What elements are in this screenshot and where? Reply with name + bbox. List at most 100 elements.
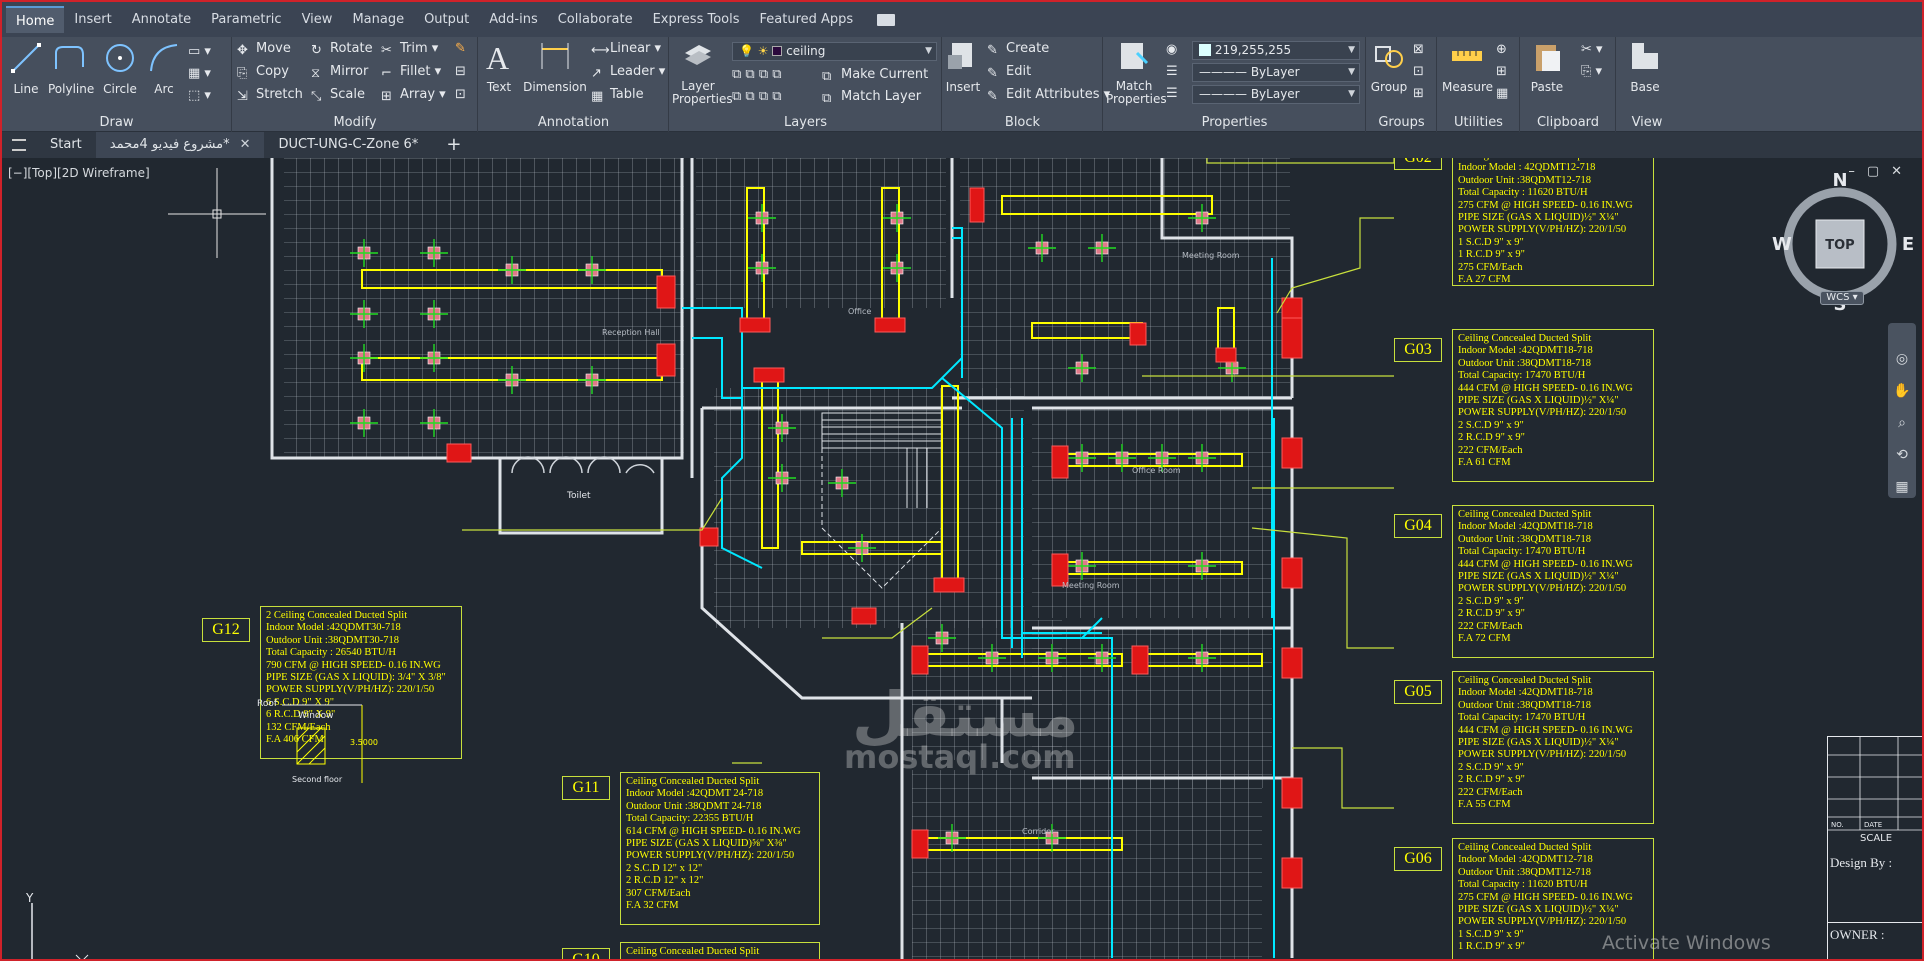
mirror-button[interactable]: ⧖ Mirror bbox=[311, 63, 368, 81]
move-button[interactable]: ✥ Move bbox=[237, 40, 291, 58]
unit-schedule-line: 444 CFM @ HIGH SPEED- 0.16 IN.WG bbox=[1458, 382, 1633, 394]
room-label-corridor: Corridor bbox=[1022, 827, 1055, 836]
compass-east[interactable]: E bbox=[1902, 234, 1914, 255]
explode-icon[interactable]: ⊟ bbox=[455, 63, 466, 81]
array-button[interactable]: ⊞ Array ▾ bbox=[381, 86, 446, 104]
scale-button[interactable]: ⤡ Scale bbox=[311, 86, 365, 104]
circle-button[interactable]: Circle bbox=[100, 41, 140, 96]
copy-clip-icon[interactable]: ⎘ ▾ bbox=[1581, 63, 1602, 81]
edit-attributes-button[interactable]: ✎ Edit Attributes ▾ bbox=[987, 86, 1110, 104]
block-panel-title[interactable]: Block bbox=[943, 115, 1102, 130]
table-button[interactable]: ▦ Table bbox=[591, 86, 644, 104]
ellipse-button[interactable]: ⬚ ▾ bbox=[188, 87, 211, 105]
cut-icon[interactable]: ✂ ▾ bbox=[1581, 41, 1603, 59]
color-dropdown[interactable]: 219,255,255 ▼ bbox=[1192, 41, 1360, 60]
tab-home[interactable]: Home bbox=[6, 6, 65, 33]
make-current-button[interactable]: ⧉ Make Current bbox=[822, 66, 928, 84]
wcs-menu[interactable]: WCS ▾ bbox=[1820, 291, 1864, 305]
unit-schedule-line: 2 S.C.D 9" x 9" bbox=[1458, 595, 1524, 607]
layers-panel-title[interactable]: Layers bbox=[670, 115, 941, 130]
tab-collaborate[interactable]: Collaborate bbox=[548, 6, 643, 33]
measure-button[interactable]: Measure bbox=[1442, 39, 1493, 94]
tab-express-tools[interactable]: Express Tools bbox=[643, 6, 750, 33]
edit-block-button[interactable]: ✎ Edit bbox=[987, 63, 1031, 81]
indoor-unit bbox=[874, 317, 906, 333]
tab-featured-apps[interactable]: Featured Apps bbox=[750, 6, 864, 33]
nav-icons[interactable]: ◎ ✋ ⌕ ⟲ ▦ bbox=[1888, 323, 1916, 503]
doc-tab-active[interactable]: مشروع فيديو 4محمد* ✕ bbox=[95, 132, 265, 158]
layers-panel: Layer Properties 💡 ☀ ceiling ▼ ⧉ ⧉ ⧉ ⧉ ⧉… bbox=[670, 37, 942, 132]
tab-add-ins[interactable]: Add-ins bbox=[479, 6, 547, 33]
id-point-icon[interactable]: ⊕ bbox=[1496, 41, 1507, 59]
unit-schedule-line: Outdoor Unit :38QDMT 24-718 bbox=[626, 800, 762, 812]
layer-tools-row1[interactable]: ⧉ ⧉ ⧉ ⧉ bbox=[732, 66, 782, 84]
properties-panel-title[interactable]: Properties bbox=[1104, 115, 1365, 130]
groups-panel-title[interactable]: Groups bbox=[1367, 115, 1436, 130]
group-select-icon[interactable]: ⊞ bbox=[1413, 85, 1424, 103]
create-block-button[interactable]: ✎ Create bbox=[987, 40, 1049, 58]
hatch-button[interactable]: ▦ ▾ bbox=[188, 65, 211, 83]
fillet-button[interactable]: ⌐ Fillet ▾ bbox=[381, 63, 441, 81]
doc-tab-duct[interactable]: DUCT-UNG-C-Zone 6* bbox=[264, 132, 432, 158]
compass-west[interactable]: W bbox=[1772, 234, 1792, 255]
draw-panel-title[interactable]: Draw bbox=[2, 115, 231, 130]
unit-schedule-line: 2 R.C.D 9" x 9" bbox=[1458, 432, 1525, 444]
trim-button[interactable]: ✂ Trim ▾ bbox=[381, 40, 438, 58]
modify-panel-title[interactable]: Modify bbox=[233, 115, 477, 130]
linetype-dropdown[interactable]: ———— ByLayer ▼ bbox=[1192, 63, 1360, 82]
paste-icon bbox=[1536, 45, 1560, 71]
copy-button[interactable]: ⎘ Copy bbox=[237, 63, 289, 81]
arc-button[interactable]: Arc bbox=[146, 41, 182, 96]
tab-output[interactable]: Output bbox=[414, 6, 479, 33]
tab-insert[interactable]: Insert bbox=[64, 6, 121, 33]
annotation-panel-title[interactable]: Annotation bbox=[479, 115, 668, 130]
new-tab-button[interactable]: + bbox=[432, 132, 475, 158]
insert-button[interactable]: Insert bbox=[945, 39, 981, 94]
tab-parametric[interactable]: Parametric bbox=[201, 6, 291, 33]
color-wheel-icon: ◉ bbox=[1166, 42, 1178, 57]
tab-annotate[interactable]: Annotate bbox=[122, 6, 201, 33]
menu-icon[interactable] bbox=[12, 139, 26, 151]
layer-properties-icon bbox=[685, 45, 711, 65]
view-panel-title[interactable]: View bbox=[1617, 115, 1677, 130]
leader-button[interactable]: ↗ Leader ▾ bbox=[591, 63, 665, 81]
layer-dropdown[interactable]: 💡 ☀ ceiling ▼ bbox=[732, 42, 937, 61]
doc-tab-start[interactable]: Start bbox=[36, 132, 96, 158]
group-edit-icon[interactable]: ⊡ bbox=[1413, 63, 1424, 81]
unit-schedule-line: 2 S.C.D 9" x 9" bbox=[1458, 419, 1524, 431]
rectangle-button[interactable]: ▭ ▾ bbox=[188, 43, 211, 61]
layer-tools-row2[interactable]: ⧉ ⧉ ⧉ ⧉ bbox=[732, 88, 782, 106]
tab-view[interactable]: View bbox=[292, 6, 343, 33]
close-icon[interactable]: ✕ bbox=[240, 137, 251, 152]
linetype-value: ByLayer bbox=[1250, 65, 1300, 79]
erase-icon[interactable]: ✎ bbox=[455, 40, 466, 58]
clipboard-panel-title[interactable]: Clipboard bbox=[1521, 115, 1615, 130]
quick-select-icon[interactable]: ⊞ bbox=[1496, 63, 1507, 81]
linear-button[interactable]: ⟷Linear ▾ bbox=[591, 40, 661, 58]
match-properties-button[interactable]: Match Properties bbox=[1106, 39, 1167, 106]
compass-north[interactable]: N bbox=[1832, 170, 1847, 191]
groups-panel: Group ⊠ ⊡ ⊞ Groups bbox=[1367, 37, 1437, 132]
tab-manage[interactable]: Manage bbox=[342, 6, 414, 33]
lineweight-dropdown[interactable]: ———— ByLayer ▼ bbox=[1192, 85, 1360, 104]
paste-button[interactable]: Paste bbox=[1527, 39, 1567, 94]
rotate-button[interactable]: ↻ Rotate bbox=[311, 40, 373, 58]
stretch-button[interactable]: ⇲ Stretch bbox=[237, 86, 303, 104]
layer-properties-button[interactable]: Layer Properties bbox=[672, 39, 733, 106]
navigation-bar[interactable]: ◎ ✋ ⌕ ⟲ ▦ bbox=[1888, 323, 1916, 498]
dimension-button[interactable]: Dimension bbox=[523, 39, 587, 94]
ungroup-icon[interactable]: ⊠ bbox=[1413, 41, 1424, 59]
utilities-panel-title[interactable]: Utilities bbox=[1438, 115, 1519, 130]
block-panel: Insert ✎ Create ✎ Edit ✎ Edit Attributes ▾ … bbox=[943, 37, 1110, 132]
match-layer-button[interactable]: ⧉ Match Layer bbox=[822, 88, 921, 106]
calculator-icon[interactable]: ▦ bbox=[1496, 85, 1508, 103]
polyline-button[interactable]: Polyline bbox=[48, 41, 94, 96]
base-button[interactable]: Base bbox=[1627, 39, 1663, 94]
offset-icon[interactable]: ⊡ bbox=[455, 86, 466, 104]
outdoor-unit bbox=[1281, 777, 1303, 809]
drawing-canvas[interactable]: [−][Top][2D Wireframe] –▢✕ Toilet Recept… bbox=[2, 158, 1922, 959]
line-button[interactable]: Line bbox=[8, 41, 44, 96]
text-button[interactable]: A Text bbox=[481, 39, 517, 94]
group-button[interactable]: Group bbox=[1369, 39, 1409, 94]
ribbon-minimize-icon[interactable] bbox=[877, 13, 896, 26]
